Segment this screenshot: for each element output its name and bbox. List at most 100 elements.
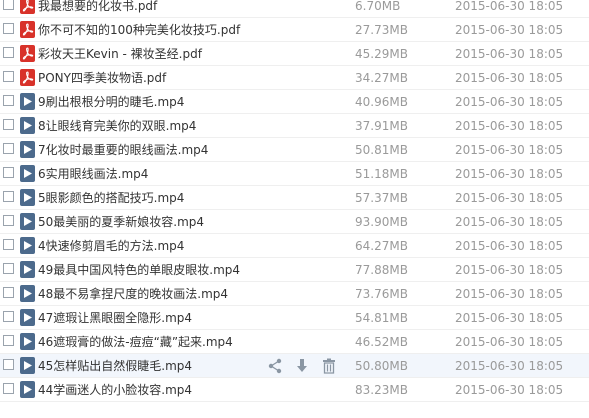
file-row[interactable]: 4快速修剪眉毛的方法.mp4 64.27MB 2015-06-30 18:05	[0, 234, 589, 258]
file-row[interactable]: 48最不易拿捏尺度的晚妆画法.mp4 73.76MB 2015-06-30 18…	[0, 282, 589, 306]
file-size: 37.91MB	[355, 119, 408, 133]
file-name[interactable]: 9刷出根根分明的睫毛.mp4	[38, 94, 184, 110]
video-file-icon	[20, 333, 35, 350]
file-name[interactable]: 7化妆时最重要的眼线画法.mp4	[38, 142, 208, 158]
file-name[interactable]: 46遮瑕膏的做法-痘痘“藏”起来.mp4	[38, 334, 233, 350]
file-row[interactable]: 50最美丽的夏季新娘妆容.mp4 93.90MB 2015-06-30 18:0…	[0, 210, 589, 234]
video-file-icon	[20, 117, 35, 134]
file-date: 2015-06-30 18:05	[455, 47, 564, 61]
file-date: 2015-06-30 18:05	[455, 311, 564, 325]
delete-icon[interactable]	[320, 357, 338, 375]
file-date: 2015-06-30 18:05	[455, 71, 564, 85]
file-date: 2015-06-30 18:05	[455, 191, 564, 205]
pdf-file-icon	[20, 69, 35, 86]
video-file-icon	[20, 357, 35, 374]
video-file-icon	[20, 213, 35, 230]
file-size: 6.70MB	[355, 0, 401, 13]
file-date: 2015-06-30 18:05	[455, 263, 564, 277]
file-size: 93.90MB	[355, 215, 408, 229]
row-checkbox[interactable]	[3, 143, 14, 154]
file-date: 2015-06-30 18:05	[455, 23, 564, 37]
row-checkbox[interactable]	[3, 0, 14, 10]
file-row[interactable]: 47遮瑕让黑眼圈全隐形.mp4 54.81MB 2015-06-30 18:05	[0, 306, 589, 330]
file-date: 2015-06-30 18:05	[455, 215, 564, 229]
file-row[interactable]: 49最具中国风特色的单眼皮眼妆.mp4 77.88MB 2015-06-30 1…	[0, 258, 589, 282]
file-row[interactable]: 我最想要的化妆书.pdf 6.70MB 2015-06-30 18:05	[0, 0, 589, 18]
video-file-icon	[20, 93, 35, 110]
file-row-hovered[interactable]: 45怎样贴出自然假睫毛.mp4 50.80MB 2015-06-30 18:05	[0, 354, 589, 378]
video-file-icon	[20, 165, 35, 182]
file-name[interactable]: 彩妆天王Kevin - 裸妆圣经.pdf	[38, 46, 202, 62]
video-file-icon	[20, 237, 35, 254]
row-checkbox[interactable]	[3, 239, 14, 250]
download-icon[interactable]	[293, 357, 311, 375]
file-date: 2015-06-30 18:05	[455, 143, 564, 157]
file-row[interactable]: 彩妆天王Kevin - 裸妆圣经.pdf 45.29MB 2015-06-30 …	[0, 42, 589, 66]
file-size: 50.81MB	[355, 143, 408, 157]
row-checkbox[interactable]	[3, 47, 14, 58]
row-checkbox[interactable]	[3, 95, 14, 106]
file-size: 27.73MB	[355, 23, 408, 37]
file-row[interactable]: 5眼影颜色的搭配技巧.mp4 57.37MB 2015-06-30 18:05	[0, 186, 589, 210]
file-date: 2015-06-30 18:05	[455, 359, 564, 373]
row-checkbox[interactable]	[3, 383, 14, 394]
file-name[interactable]: 48最不易拿捏尺度的晚妆画法.mp4	[38, 286, 228, 302]
file-date: 2015-06-30 18:05	[455, 383, 564, 397]
file-name[interactable]: 45怎样贴出自然假睫毛.mp4	[38, 358, 192, 374]
video-file-icon	[20, 261, 35, 278]
row-checkbox[interactable]	[3, 119, 14, 130]
file-date: 2015-06-30 18:05	[455, 95, 564, 109]
row-checkbox[interactable]	[3, 71, 14, 82]
file-row[interactable]: 7化妆时最重要的眼线画法.mp4 50.81MB 2015-06-30 18:0…	[0, 138, 589, 162]
file-size: 40.96MB	[355, 95, 408, 109]
video-file-icon	[20, 309, 35, 326]
file-name[interactable]: 50最美丽的夏季新娘妆容.mp4	[38, 214, 204, 230]
file-name[interactable]: 47遮瑕让黑眼圈全隐形.mp4	[38, 310, 192, 326]
row-checkbox[interactable]	[3, 167, 14, 178]
file-row[interactable]: 6实用眼线画法.mp4 51.18MB 2015-06-30 18:05	[0, 162, 589, 186]
video-file-icon	[20, 189, 35, 206]
share-icon[interactable]	[266, 357, 284, 375]
file-row[interactable]: 9刷出根根分明的睫毛.mp4 40.96MB 2015-06-30 18:05	[0, 90, 589, 114]
row-checkbox[interactable]	[3, 359, 14, 370]
pdf-file-icon	[20, 45, 35, 62]
row-checkbox[interactable]	[3, 287, 14, 298]
file-name[interactable]: 5眼影颜色的搭配技巧.mp4	[38, 190, 184, 206]
file-size: 50.80MB	[355, 359, 408, 373]
file-name[interactable]: 8让眼线育完美你的双眼.mp4	[38, 118, 196, 134]
file-name[interactable]: 你不可不知的100种完美化妆技巧.pdf	[38, 22, 240, 38]
file-name[interactable]: 49最具中国风特色的单眼皮眼妆.mp4	[38, 262, 240, 278]
video-file-icon	[20, 381, 35, 398]
file-name[interactable]: 4快速修剪眉毛的方法.mp4	[38, 238, 184, 254]
video-file-icon	[20, 141, 35, 158]
file-size: 73.76MB	[355, 287, 408, 301]
file-size: 45.29MB	[355, 47, 408, 61]
file-name[interactable]: 44学画迷人的小脸妆容.mp4	[38, 382, 192, 398]
file-size: 34.27MB	[355, 71, 408, 85]
file-name[interactable]: 6实用眼线画法.mp4	[38, 166, 148, 182]
file-size: 83.23MB	[355, 383, 408, 397]
file-row[interactable]: 8让眼线育完美你的双眼.mp4 37.91MB 2015-06-30 18:05	[0, 114, 589, 138]
file-row[interactable]: PONY四季美妆物语.pdf 34.27MB 2015-06-30 18:05	[0, 66, 589, 90]
row-checkbox[interactable]	[3, 335, 14, 346]
row-checkbox[interactable]	[3, 23, 14, 34]
file-date: 2015-06-30 18:05	[455, 287, 564, 301]
file-row[interactable]: 44学画迷人的小脸妆容.mp4 83.23MB 2015-06-30 18:05	[0, 378, 589, 402]
file-name[interactable]: 我最想要的化妆书.pdf	[38, 0, 157, 14]
file-size: 57.37MB	[355, 191, 408, 205]
file-row[interactable]: 46遮瑕膏的做法-痘痘“藏”起来.mp4 46.52MB 2015-06-30 …	[0, 330, 589, 354]
row-checkbox[interactable]	[3, 191, 14, 202]
row-checkbox[interactable]	[3, 311, 14, 322]
file-size: 64.27MB	[355, 239, 408, 253]
file-date: 2015-06-30 18:05	[455, 239, 564, 253]
file-name[interactable]: PONY四季美妆物语.pdf	[38, 70, 166, 86]
video-file-icon	[20, 285, 35, 302]
file-date: 2015-06-30 18:05	[455, 0, 564, 13]
row-checkbox[interactable]	[3, 215, 14, 226]
file-row[interactable]: 你不可不知的100种完美化妆技巧.pdf 27.73MB 2015-06-30 …	[0, 18, 589, 42]
file-date: 2015-06-30 18:05	[455, 335, 564, 349]
file-list: 我最想要的化妆书.pdf 6.70MB 2015-06-30 18:05 你不可…	[0, 0, 589, 418]
row-checkbox[interactable]	[3, 263, 14, 274]
file-size: 54.81MB	[355, 311, 408, 325]
file-size: 51.18MB	[355, 167, 408, 181]
